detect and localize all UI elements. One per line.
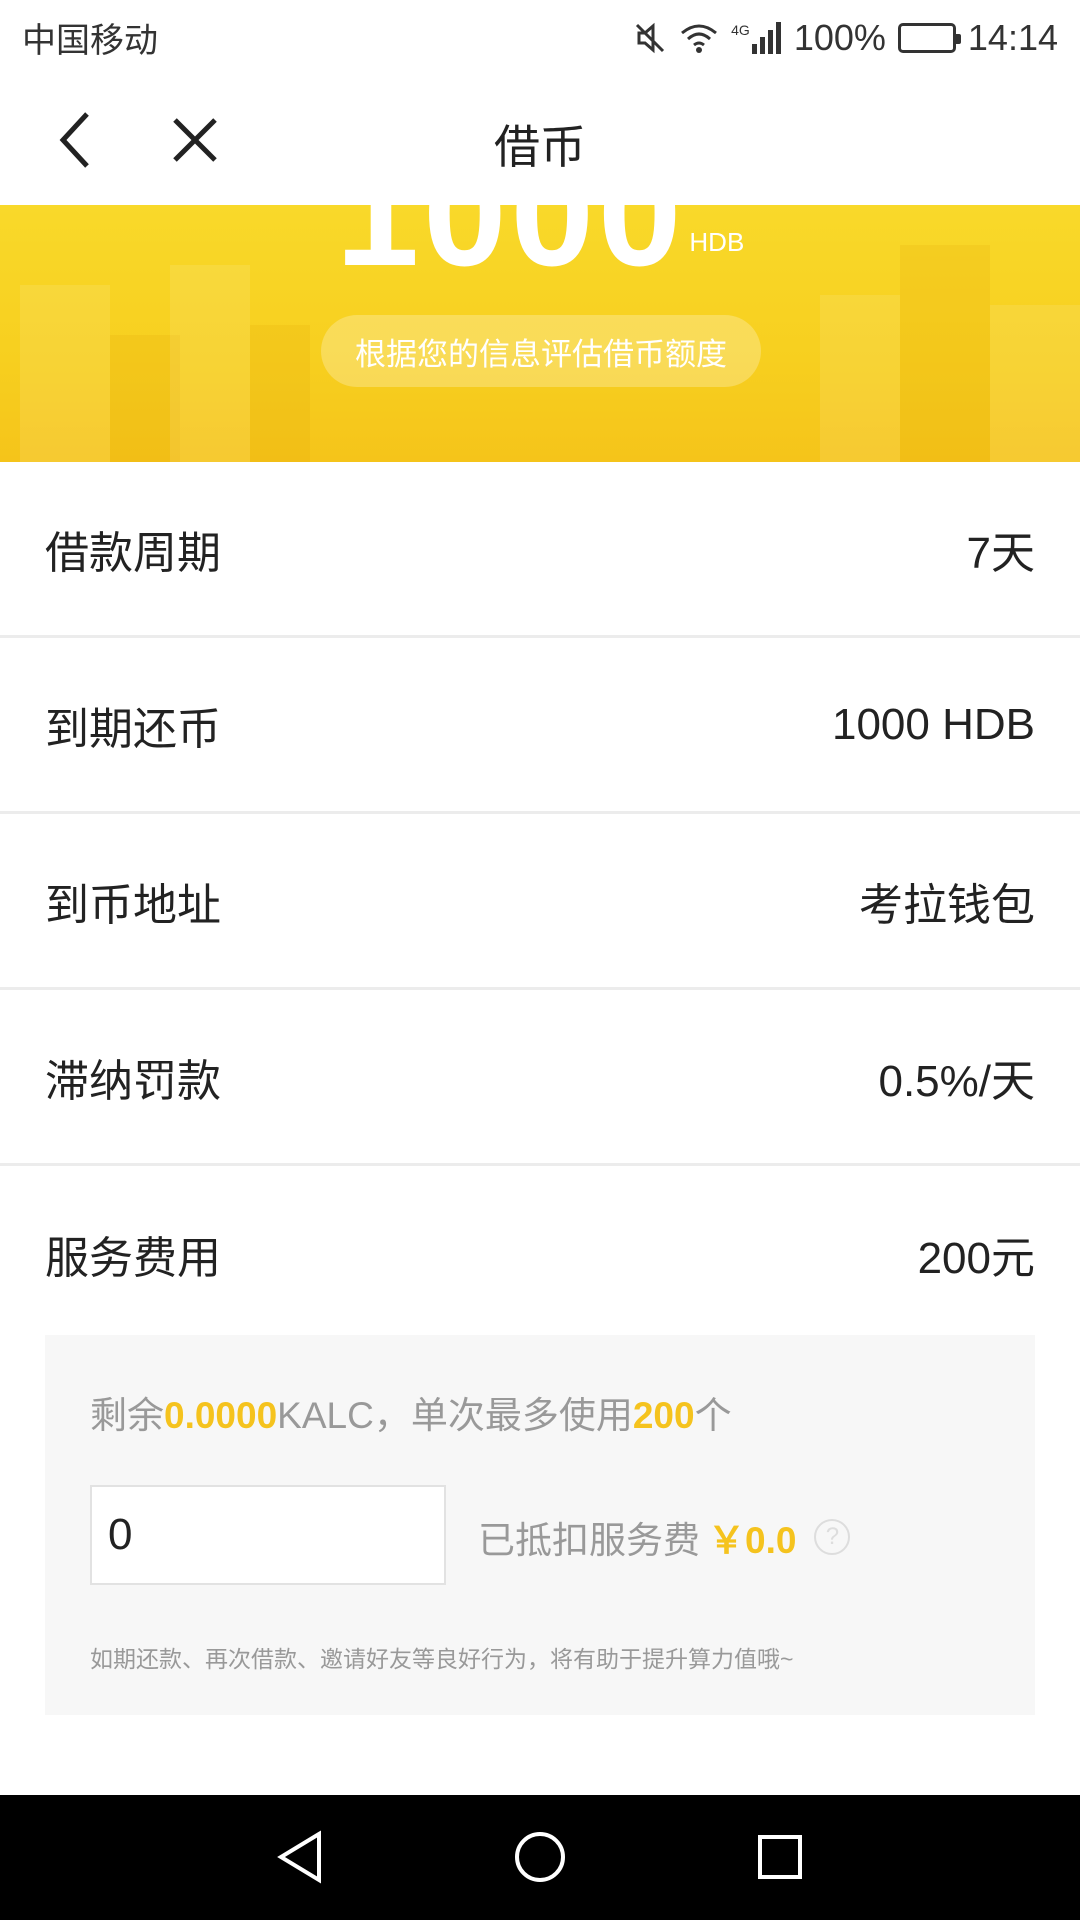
credit-estimate-pill: 根据您的信息评估借币额度 bbox=[321, 315, 761, 387]
loan-amount-banner: 1000 HDB 根据您的信息评估借币额度 bbox=[0, 205, 1080, 462]
row-label: 服务费用 bbox=[45, 1234, 221, 1283]
deducted-fee-label: 已抵扣服务费 bbox=[478, 1520, 700, 1561]
row-value: 0.5%/天 bbox=[878, 1056, 1035, 1106]
row-wallet-address: 到币地址 考拉钱包 bbox=[0, 814, 1080, 990]
deducted-fee-value: ￥0.0 bbox=[708, 1520, 797, 1561]
row-loan-period: 借款周期 7天 bbox=[0, 462, 1080, 638]
balance-mid: KALC，单次最多使用 bbox=[277, 1395, 633, 1436]
clock: 14:14 bbox=[967, 16, 1058, 58]
row-label: 到币地址 bbox=[45, 880, 221, 930]
battery-icon bbox=[897, 22, 961, 53]
balance-amount: 0.0000 bbox=[164, 1395, 278, 1436]
row-label: 到期还币 bbox=[45, 704, 221, 754]
row-service-fee: 服务费用 200元 bbox=[0, 1166, 1080, 1342]
wifi-icon bbox=[679, 21, 719, 55]
loan-amount: 1000 HDB bbox=[0, 205, 1080, 300]
battery-percent: 100% bbox=[793, 16, 886, 58]
deducted-fee: 已抵扣服务费 ￥0.0 ? bbox=[478, 1510, 851, 1564]
row-label: 借款周期 bbox=[45, 528, 221, 578]
status-bar: 中国移动 4G 100% 14:14 bbox=[0, 0, 1080, 75]
loan-amount-unit: HDB bbox=[689, 227, 745, 257]
nav-bar: 借币 bbox=[0, 75, 1080, 205]
mute-icon bbox=[633, 21, 667, 55]
row-repay-amount: 到期还币 1000 HDB bbox=[0, 638, 1080, 814]
signal-icon: 4G bbox=[731, 21, 782, 54]
page-title: 借币 bbox=[494, 121, 586, 173]
kalc-balance-text: 剩余0.0000KALC，单次最多使用200个 bbox=[90, 1385, 732, 1439]
row-label: 滞纳罚款 bbox=[45, 1056, 221, 1106]
carrier-name: 中国移动 bbox=[22, 22, 158, 60]
row-value: 200元 bbox=[917, 1234, 1035, 1283]
max-use-count: 200 bbox=[632, 1395, 695, 1436]
triangle-back-icon[interactable] bbox=[270, 1827, 330, 1887]
balance-suffix: 个 bbox=[694, 1395, 732, 1436]
loan-detail-list: 借款周期 7天 到期还币 1000 HDB 到币地址 考拉钱包 滞纳罚款 0.5… bbox=[0, 462, 1080, 1342]
row-late-penalty: 滞纳罚款 0.5%/天 bbox=[0, 990, 1080, 1166]
status-icons: 4G 100% 14:14 bbox=[633, 17, 1058, 59]
kalc-amount-input[interactable]: 0 bbox=[90, 1485, 446, 1585]
loan-amount-value: 1000 bbox=[335, 205, 686, 297]
network-type: 4G bbox=[731, 21, 750, 38]
credit-tip: 如期还款、再次借款、邀请好友等良好行为，将有助于提升算力值哦~ bbox=[90, 1646, 794, 1672]
balance-prefix: 剩余 bbox=[90, 1395, 164, 1436]
system-nav-bar bbox=[0, 1795, 1080, 1920]
row-value: 7天 bbox=[966, 528, 1035, 578]
row-value: 1000 HDB bbox=[831, 699, 1035, 749]
row-value: 考拉钱包 bbox=[859, 880, 1035, 930]
help-icon[interactable]: ? bbox=[814, 1519, 851, 1555]
service-fee-deduction-panel: 剩余0.0000KALC，单次最多使用200个 0 已抵扣服务费 ￥0.0 ? … bbox=[45, 1335, 1035, 1715]
square-recents-icon[interactable] bbox=[750, 1827, 810, 1887]
circle-home-icon[interactable] bbox=[510, 1827, 570, 1887]
